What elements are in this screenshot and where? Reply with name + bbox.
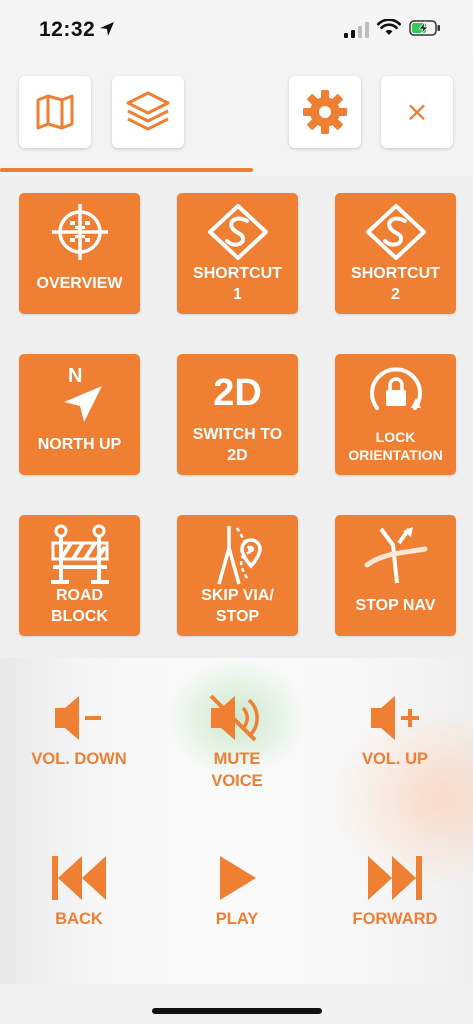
- north-letter: N: [68, 365, 82, 387]
- skip-via-button[interactable]: SKIP VIA/ STOP: [177, 515, 298, 636]
- road-block-icon: [50, 524, 109, 584]
- north-up-label: NORTH UP: [37, 436, 122, 453]
- mute-voice-icon: [209, 694, 259, 742]
- skip-via-icon: [216, 526, 262, 585]
- layers-button[interactable]: [112, 76, 184, 148]
- rewind-icon: [52, 856, 106, 900]
- shortcut-icon: [365, 204, 426, 260]
- overview-crosshair-icon: [51, 204, 108, 260]
- top-toolbar: ×: [0, 56, 473, 176]
- wifi-icon: [377, 19, 401, 35]
- vol-up-button[interactable]: VOL. UP: [325, 688, 465, 770]
- vol-down-button[interactable]: VOL. DOWN: [9, 688, 149, 770]
- stop-nav-icon: [364, 527, 427, 584]
- active-tab-indicator: [0, 168, 253, 172]
- vol-down-label: VOL. DOWN: [31, 750, 127, 768]
- road-block-label: ROAD BLOCK: [51, 587, 108, 625]
- map-icon: [36, 94, 74, 130]
- overview-button[interactable]: OVERVIEW: [19, 193, 140, 314]
- gear-icon: [303, 90, 347, 134]
- action-grid: OVERVIEW SHORTCUT 1 SHORTCUT 2 N NORTH U…: [0, 176, 473, 658]
- map-button[interactable]: [19, 76, 91, 148]
- stop-nav-button[interactable]: STOP NAV: [335, 515, 456, 636]
- home-indicator[interactable]: [152, 1008, 322, 1014]
- north-arrow-icon: N: [63, 365, 102, 422]
- back-button[interactable]: BACK: [9, 848, 149, 930]
- close-button[interactable]: ×: [381, 76, 453, 148]
- home-area: [0, 984, 473, 1024]
- volume-up-icon: [371, 696, 419, 740]
- switch-2d-button[interactable]: 2D SWITCH TO 2D: [177, 354, 298, 475]
- stop-nav-label: STOP NAV: [355, 597, 436, 614]
- mute-voice-button[interactable]: MUTE VOICE: [167, 688, 307, 792]
- lock-orientation-label: LOCK ORIENTATION: [348, 429, 443, 463]
- location-arrow-icon: [100, 22, 114, 36]
- skip-via-label: SKIP VIA/ STOP: [201, 587, 274, 625]
- forward-button[interactable]: FORWARD: [325, 848, 465, 930]
- layers-icon: [126, 91, 170, 131]
- close-icon: ×: [405, 95, 429, 128]
- shortcut-icon: [207, 204, 268, 260]
- lock-orientation-button[interactable]: LOCK ORIENTATION: [335, 354, 456, 475]
- media-controls: VOL. DOWN MUTE VOICE VOL. UP BACK PLAY F…: [0, 658, 473, 984]
- lock-rotate-icon: [369, 367, 422, 410]
- fast-forward-icon: [368, 856, 422, 900]
- shortcut-1-label: SHORTCUT 1: [193, 265, 282, 303]
- play-label: PLAY: [215, 910, 259, 928]
- cellular-signal-icon: [344, 22, 369, 38]
- overview-label: OVERVIEW: [36, 275, 123, 292]
- shortcut-2-label: SHORTCUT 2: [351, 265, 440, 303]
- north-up-button[interactable]: N NORTH UP: [19, 354, 140, 475]
- back-label: BACK: [55, 910, 103, 928]
- volume-down-icon: [55, 696, 101, 740]
- play-button[interactable]: PLAY: [167, 848, 307, 930]
- status-time: 12:32: [39, 18, 96, 41]
- vol-up-label: VOL. UP: [361, 750, 428, 768]
- battery-charging-icon: [409, 20, 440, 36]
- mute-voice-label: MUTE VOICE: [211, 750, 263, 790]
- settings-button[interactable]: [289, 76, 361, 148]
- shortcut-2-button[interactable]: SHORTCUT 2: [335, 193, 456, 314]
- road-block-button[interactable]: ROAD BLOCK: [19, 515, 140, 636]
- play-icon: [220, 856, 256, 900]
- switch-2d-label: SWITCH TO 2D: [192, 426, 283, 464]
- status-bar: 12:32: [0, 0, 473, 56]
- 2d-text-icon: 2D: [213, 371, 262, 414]
- forward-label: FORWARD: [352, 910, 438, 928]
- shortcut-1-button[interactable]: SHORTCUT 1: [177, 193, 298, 314]
